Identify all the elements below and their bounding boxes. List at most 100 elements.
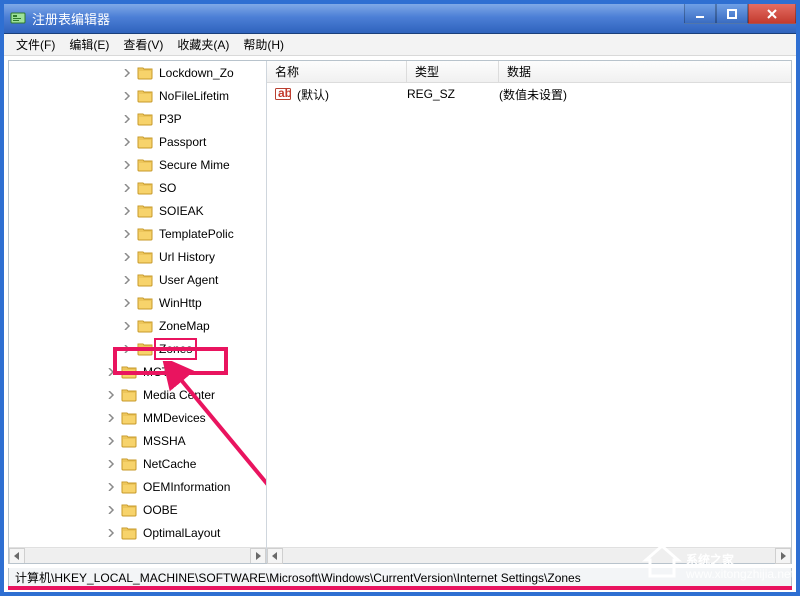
chevron-right-icon[interactable] xyxy=(121,297,133,309)
tree-item-label: SOIEAK xyxy=(157,203,206,219)
tree-horizontal-scrollbar[interactable] xyxy=(9,547,266,563)
scroll-track[interactable] xyxy=(25,549,250,563)
tree-item[interactable]: NoFileLifetim xyxy=(9,84,266,107)
tree-item-label: Secure Mime xyxy=(157,157,232,173)
maximize-button[interactable] xyxy=(716,4,748,24)
folder-icon xyxy=(121,387,137,403)
value-data: (数值未设置) xyxy=(499,86,791,103)
column-header-name[interactable]: 名称 xyxy=(267,61,407,82)
tree-item[interactable]: NetCache xyxy=(9,452,266,475)
tree-pane[interactable]: Lockdown_Zo NoFileLifetim P3P Passport Secur… xyxy=(9,61,267,563)
value-type: REG_SZ xyxy=(407,87,499,101)
chevron-right-icon[interactable] xyxy=(121,320,133,332)
tree-item-label: NoFileLifetim xyxy=(157,88,231,104)
chevron-right-icon[interactable] xyxy=(105,481,117,493)
svg-text:ab: ab xyxy=(278,86,291,100)
title-bar: 注册表编辑器 xyxy=(4,4,796,34)
chevron-right-icon[interactable] xyxy=(121,274,133,286)
tree-item[interactable]: OptimalLayout xyxy=(9,521,266,544)
tree-item-label: Media Center xyxy=(141,387,217,403)
regedit-icon xyxy=(10,11,26,27)
folder-icon xyxy=(137,318,153,334)
chevron-right-icon[interactable] xyxy=(121,113,133,125)
chevron-right-icon[interactable] xyxy=(121,67,133,79)
scroll-right-button[interactable] xyxy=(250,548,266,564)
folder-icon xyxy=(137,111,153,127)
window-frame: 注册表编辑器 文件(F) 编辑(E) 查看(V) 收藏夹(A) 帮助(H) Lo… xyxy=(0,0,800,596)
tree-item-label: TemplatePolic xyxy=(157,226,236,242)
close-button[interactable] xyxy=(748,4,796,24)
chevron-right-icon[interactable] xyxy=(105,389,117,401)
menu-bar: 文件(F) 编辑(E) 查看(V) 收藏夹(A) 帮助(H) xyxy=(4,34,796,56)
tree-item-label: Passport xyxy=(157,134,208,150)
chevron-right-icon[interactable] xyxy=(121,228,133,240)
menu-view[interactable]: 查看(V) xyxy=(117,34,169,55)
chevron-right-icon[interactable] xyxy=(121,182,133,194)
tree-item-label: MCT xyxy=(141,364,171,380)
tree-item[interactable]: Zones xyxy=(9,337,266,360)
tree-item[interactable]: MCT xyxy=(9,360,266,383)
tree-item-label: MMDevices xyxy=(141,410,208,426)
list-row[interactable]: ab (默认) REG_SZ (数值未设置) xyxy=(267,83,791,105)
scroll-right-button[interactable] xyxy=(775,548,791,564)
tree-item[interactable]: Url History xyxy=(9,245,266,268)
tree-item[interactable]: SOIEAK xyxy=(9,199,266,222)
status-bar: 计算机\HKEY_LOCAL_MACHINE\SOFTWARE\Microsof… xyxy=(8,568,792,588)
chevron-right-icon[interactable] xyxy=(105,527,117,539)
tree-item[interactable]: TemplatePolic xyxy=(9,222,266,245)
tree-item[interactable]: Secure Mime xyxy=(9,153,266,176)
tree-item[interactable]: MMDevices xyxy=(9,406,266,429)
folder-icon xyxy=(137,249,153,265)
tree-item[interactable]: WinHttp xyxy=(9,291,266,314)
chevron-right-icon[interactable] xyxy=(121,251,133,263)
chevron-right-icon[interactable] xyxy=(105,458,117,470)
minimize-button[interactable] xyxy=(684,4,716,24)
chevron-right-icon[interactable] xyxy=(121,343,133,355)
list-horizontal-scrollbar[interactable] xyxy=(267,547,791,563)
column-header-data[interactable]: 数据 xyxy=(499,61,791,82)
menu-help[interactable]: 帮助(H) xyxy=(237,34,290,55)
title-left: 注册表编辑器 xyxy=(10,9,110,28)
status-path: 计算机\HKEY_LOCAL_MACHINE\SOFTWARE\Microsof… xyxy=(15,569,581,586)
chevron-right-icon[interactable] xyxy=(121,136,133,148)
menu-edit[interactable]: 编辑(E) xyxy=(63,34,115,55)
chevron-right-icon[interactable] xyxy=(105,435,117,447)
tree-item-label: Lockdown_Zo xyxy=(157,65,236,81)
value-name-cell: ab (默认) xyxy=(267,86,407,103)
tree-item[interactable]: OOBE xyxy=(9,498,266,521)
tree-item-label: MSSHA xyxy=(141,433,188,449)
tree-scroll-viewport[interactable]: Lockdown_Zo NoFileLifetim P3P Passport Secur… xyxy=(9,61,266,547)
tree-item-label: P3P xyxy=(157,111,184,127)
tree-item[interactable]: Lockdown_Zo xyxy=(9,61,266,84)
scroll-left-button[interactable] xyxy=(9,548,25,564)
menu-favorites[interactable]: 收藏夹(A) xyxy=(171,34,235,55)
list-body[interactable]: ab (默认) REG_SZ (数值未设置) xyxy=(267,83,791,547)
tree-item[interactable]: User Agent xyxy=(9,268,266,291)
chevron-right-icon[interactable] xyxy=(105,504,117,516)
tree-item[interactable]: ZoneMap xyxy=(9,314,266,337)
column-header-type[interactable]: 类型 xyxy=(407,61,499,82)
folder-icon xyxy=(137,226,153,242)
scroll-track[interactable] xyxy=(283,549,775,563)
folder-icon xyxy=(121,479,137,495)
chevron-right-icon[interactable] xyxy=(121,90,133,102)
tree-item[interactable]: Media Center xyxy=(9,383,266,406)
tree-item[interactable]: OEMInformation xyxy=(9,475,266,498)
chevron-right-icon[interactable] xyxy=(121,159,133,171)
folder-icon xyxy=(121,525,137,541)
list-pane[interactable]: 名称 类型 数据 ab (默认) REG_SZ (数值未设置) xyxy=(267,61,791,563)
folder-icon xyxy=(137,341,153,357)
folder-icon xyxy=(121,433,137,449)
tree-item[interactable]: SO xyxy=(9,176,266,199)
folder-icon xyxy=(137,65,153,81)
folder-icon xyxy=(137,295,153,311)
chevron-right-icon[interactable] xyxy=(121,205,133,217)
scroll-left-button[interactable] xyxy=(267,548,283,564)
tree-item[interactable]: P3P xyxy=(9,107,266,130)
tree-item[interactable]: MSSHA xyxy=(9,429,266,452)
chevron-right-icon[interactable] xyxy=(105,366,117,378)
menu-file[interactable]: 文件(F) xyxy=(10,34,61,55)
tree-item[interactable]: Passport xyxy=(9,130,266,153)
folder-icon xyxy=(137,203,153,219)
chevron-right-icon[interactable] xyxy=(105,412,117,424)
